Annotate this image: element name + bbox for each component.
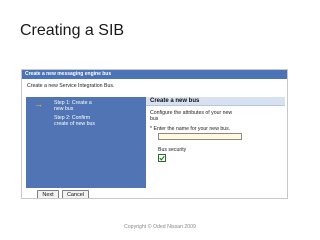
panel-instructions: Configure the attributes of your new bus [150,110,232,123]
step-2-line-2: create of new bus [54,121,95,128]
bus-name-input[interactable] [158,133,242,140]
slide-title: Creating a SIB [20,22,125,39]
bus-security-checkbox[interactable] [158,154,166,162]
cancel-button[interactable]: Cancel [62,190,89,198]
wizard-description: Create a new Service Integration Bus. [27,83,115,89]
wizard-screenshot: Create a new messaging engine bus Create… [21,69,288,199]
checkmark-icon [159,155,165,161]
step-1[interactable]: Step 1: Create a new bus [54,100,92,113]
instructions-line-2: bus [150,116,159,123]
step-1-line-2: new bus [54,106,74,113]
wizard-steps-panel: → Step 1: Create a new bus Step 2: Confi… [26,97,146,188]
wizard-titlebar: Create a new messaging engine bus [22,70,287,79]
wizard-button-bar: Next Cancel [26,190,285,198]
panel-header: Create a new bus [146,97,285,106]
copyright-text: Copyright © Oded Nissan 2009 [124,224,196,230]
bus-settings-panel: Create a new bus Configure the attribute… [146,97,285,188]
bus-name-prompt: Enter the name for your new bus. [153,126,231,132]
bus-name-label: * Enter the name for your new bus. [150,126,230,132]
required-marker: * [150,126,153,132]
next-button[interactable]: Next [37,190,59,198]
bus-security-label: Bus security [158,147,187,153]
current-step-arrow-icon: → [34,99,43,109]
step-2[interactable]: Step 2: Confirm create of new bus [54,115,95,128]
instructions-line-1: Configure the attributes of your new [150,110,233,116]
